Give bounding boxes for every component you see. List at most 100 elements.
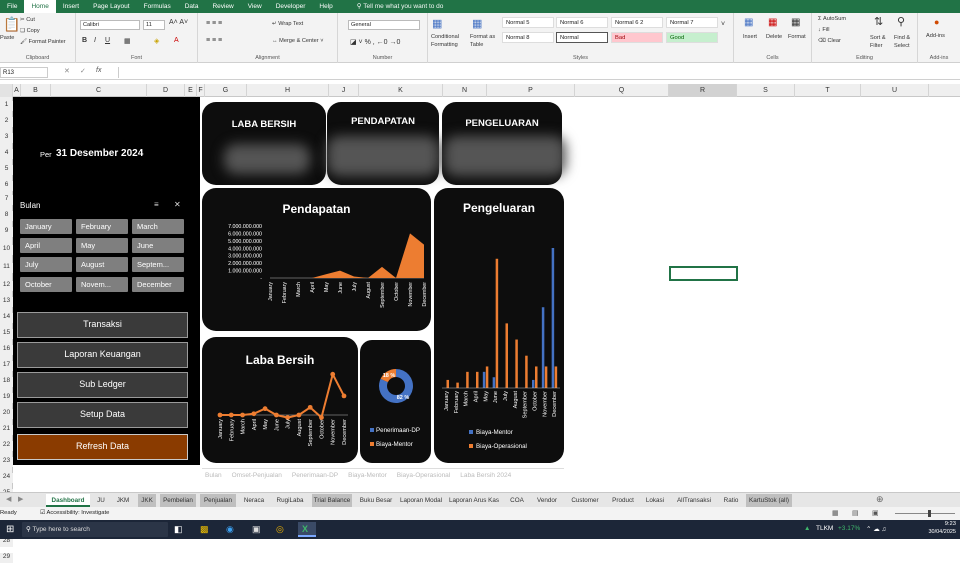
laporan-keuangan-button[interactable]: Laporan Keuangan <box>17 342 188 368</box>
sheet-tab-buku-besar[interactable]: Buku Besar <box>356 494 396 507</box>
clear-button[interactable]: ⌫ Clear <box>818 38 841 44</box>
row-14[interactable]: 14 <box>0 313 13 323</box>
insert-cells-button[interactable]: Insert <box>743 34 757 40</box>
month-slicer-11[interactable]: Novem... <box>76 277 128 292</box>
format-cells-button[interactable]: Format <box>788 34 806 40</box>
taskbar-search[interactable]: ⚲ Type here to search <box>22 522 168 537</box>
month-slicer-12[interactable]: December <box>132 277 184 292</box>
select-all[interactable] <box>0 84 13 97</box>
style-good[interactable]: Good <box>666 32 718 43</box>
sheet-tab-laporan-modal[interactable]: Laporan Modal <box>400 494 442 507</box>
row-15[interactable]: 15 <box>0 329 13 339</box>
format-table-icon[interactable]: ▦ <box>472 17 482 30</box>
view-break-icon[interactable]: ▣ <box>872 509 879 517</box>
merge-center-button[interactable]: ↔ Merge & Center ˅ <box>272 38 323 44</box>
row-13[interactable]: 13 <box>0 297 13 307</box>
task-view-icon[interactable]: ◧ <box>174 524 183 535</box>
sheet-tab-ju[interactable]: JU <box>94 494 108 507</box>
style-normal[interactable]: Normal <box>556 32 608 43</box>
system-tray-icons[interactable]: ⌃ ☁ ♫ <box>866 525 886 533</box>
stock-ticker[interactable]: TLKM <box>816 525 833 532</box>
row-22[interactable]: 22 <box>0 441 13 451</box>
col-p[interactable]: P <box>487 84 575 97</box>
sort-filter-button[interactable]: Sort & Filter <box>870 34 892 50</box>
transaksi-button[interactable]: Transaksi <box>17 312 188 338</box>
number-format-select[interactable]: General <box>348 20 420 30</box>
sheet-tab-laporan-arus-kas[interactable]: Laporan Arus Kas <box>446 494 502 507</box>
col-t[interactable]: T <box>795 84 861 97</box>
find-select-button[interactable]: Find & Select <box>894 34 918 50</box>
formula-input[interactable] <box>118 67 956 78</box>
month-slicer-3[interactable]: March <box>132 219 184 234</box>
month-slicer-10[interactable]: October <box>20 277 72 292</box>
autosum-button[interactable]: Σ AutoSum <box>818 16 846 22</box>
cancel-icon[interactable]: ✕ <box>64 67 70 75</box>
chrome-icon[interactable]: ◎ <box>276 524 284 535</box>
row-21[interactable]: 21 <box>0 425 13 435</box>
excel-taskbar-icon[interactable]: X <box>298 522 316 537</box>
style-bad[interactable]: Bad <box>611 32 663 43</box>
format-painter-button[interactable]: 🖌 Format Painter <box>20 39 66 45</box>
borders-icon[interactable]: ▦ <box>124 37 131 45</box>
row-23[interactable]: 23 <box>0 457 13 467</box>
col-f[interactable]: F <box>197 84 205 97</box>
menu-home[interactable]: Home <box>24 0 56 13</box>
underline-icon[interactable]: U <box>105 37 110 44</box>
addins-icon[interactable]: ● <box>934 17 939 27</box>
sheet-tab-jkk[interactable]: JKK <box>138 494 156 507</box>
row-6[interactable]: 6 <box>0 181 13 191</box>
align-left-icon[interactable]: ≡ ≡ ≡ <box>206 37 222 44</box>
col-g[interactable]: G <box>205 84 247 97</box>
month-slicer-6[interactable]: June <box>132 238 184 253</box>
row-17[interactable]: 17 <box>0 361 13 371</box>
zoom-slider[interactable] <box>895 513 955 514</box>
col-r[interactable]: R <box>669 84 737 97</box>
sheet-tab-rugilaba[interactable]: RugiLaba <box>272 494 308 507</box>
addins-button[interactable]: Add-ins <box>926 33 945 39</box>
font-name-select[interactable]: Calibri <box>80 20 140 30</box>
col-k[interactable]: K <box>359 84 443 97</box>
menu-formulas[interactable]: Formulas <box>137 0 178 13</box>
row-1[interactable]: 1 <box>0 101 13 111</box>
tab-scroll-left-icon[interactable]: ◀ <box>6 495 11 503</box>
add-sheet-icon[interactable]: ⊕ <box>876 494 884 505</box>
menu-review[interactable]: Review <box>205 0 240 13</box>
paste-icon[interactable]: 📋 <box>3 16 20 33</box>
col-h[interactable]: H <box>247 84 329 97</box>
col-e[interactable]: E <box>185 84 197 97</box>
paste-button[interactable]: Paste <box>0 35 14 41</box>
menu-help[interactable]: Help <box>312 0 339 13</box>
file-explorer-icon[interactable]: ▩ <box>200 524 209 535</box>
field-omset[interactable]: Omset-Penjualan <box>232 472 282 479</box>
sheet-tab-ratio[interactable]: Ratio <box>720 494 742 507</box>
accessibility-status[interactable]: ☑ Accessibility: Investigate <box>40 510 109 516</box>
sheet-tab-customer[interactable]: Customer <box>566 494 604 507</box>
refresh-data-button[interactable]: Refresh Data <box>17 434 188 460</box>
row-12[interactable]: 12 <box>0 281 13 291</box>
conditional-formatting-button[interactable]: Conditional Formatting <box>431 33 467 49</box>
row-4[interactable]: 4 <box>0 149 13 159</box>
row-8[interactable]: 8 <box>0 211 13 221</box>
field-laba-bersih[interactable]: Laba Bersih 2024 <box>460 472 511 479</box>
sheet-tab-coa[interactable]: COA <box>506 494 528 507</box>
menu-data[interactable]: Data <box>178 0 206 13</box>
format-cells-icon[interactable]: ▦ <box>791 17 800 28</box>
month-slicer-1[interactable]: January <box>20 219 72 234</box>
fill-color-icon[interactable]: ◈ <box>154 37 159 45</box>
setup-data-button[interactable]: Setup Data <box>17 402 188 428</box>
store-icon[interactable]: ▣ <box>252 524 261 535</box>
month-slicer-7[interactable]: July <box>20 257 72 272</box>
sheet-tab-kartustok-all-[interactable]: KartuStok (all) <box>746 494 792 507</box>
row-7[interactable]: 7 <box>0 195 13 205</box>
wrap-text-button[interactable]: ↵ Wrap Text <box>272 21 303 27</box>
sheet-tab-jkm[interactable]: JKM <box>112 494 134 507</box>
style-normal-6-2[interactable]: Normal 6 2 <box>611 17 663 28</box>
function-icon[interactable]: fx <box>96 67 101 74</box>
sub-ledger-button[interactable]: Sub Ledger <box>17 372 188 398</box>
row-20[interactable]: 20 <box>0 409 13 419</box>
col-d[interactable]: D <box>147 84 185 97</box>
sheet-tab-trial-balance[interactable]: Trial Balance <box>312 494 352 507</box>
font-grow-icon[interactable]: A˄ A˅ <box>169 19 188 26</box>
row-3[interactable]: 3 <box>0 133 13 143</box>
sheet-tab-dashboard[interactable]: Dashboard <box>46 494 90 507</box>
